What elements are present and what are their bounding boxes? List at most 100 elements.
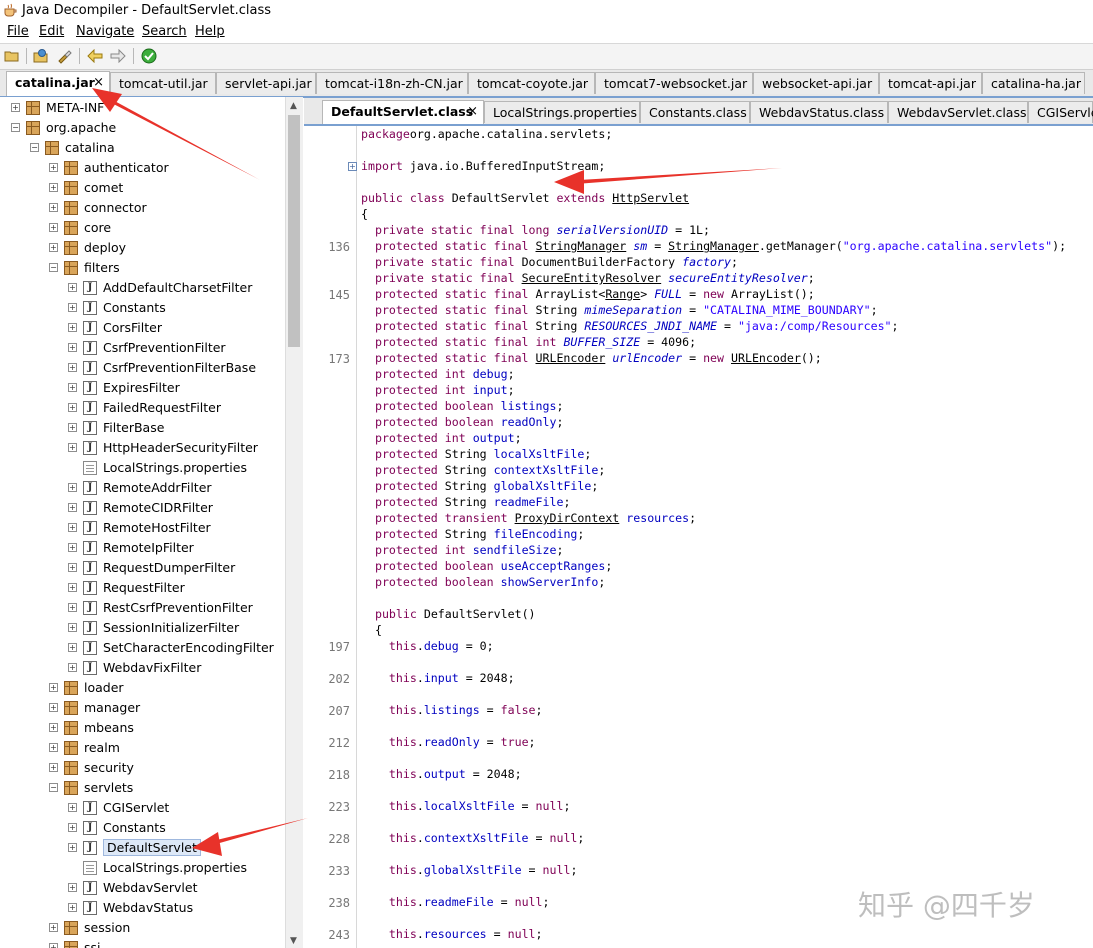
expand-icon[interactable]: +: [49, 683, 58, 692]
tree-item[interactable]: + J WebdavStatus: [0, 898, 285, 918]
expand-icon[interactable]: +: [68, 823, 77, 832]
expand-icon[interactable]: +: [68, 303, 77, 312]
expand-icon[interactable]: +: [68, 563, 77, 572]
tree-item[interactable]: + realm: [0, 738, 285, 758]
tree-item[interactable]: + J CorsFilter: [0, 318, 285, 338]
expand-icon[interactable]: +: [68, 283, 77, 292]
expand-icon[interactable]: +: [11, 103, 20, 112]
tab-catalina-ha-jar[interactable]: catalina-ha.jar: [982, 72, 1085, 94]
tree-item[interactable]: + J Constants: [0, 818, 285, 838]
tree-item[interactable]: + J FilterBase: [0, 418, 285, 438]
search-button[interactable]: [55, 47, 73, 65]
expand-icon[interactable]: +: [68, 443, 77, 452]
tab-localstrings-properties[interactable]: LocalStrings.properties: [484, 101, 640, 123]
tree-item[interactable]: + J WebdavFixFilter: [0, 658, 285, 678]
tree-item[interactable]: + J AddDefaultCharsetFilter: [0, 278, 285, 298]
tab-webdavservlet-class[interactable]: WebdavServlet.class: [888, 101, 1028, 123]
expand-icon[interactable]: +: [68, 423, 77, 432]
source-code-view[interactable]: packageorg.apache.catalina.servlets; impo…: [357, 126, 1093, 948]
tree-item[interactable]: + connector: [0, 198, 285, 218]
tab-constants-class[interactable]: Constants.class: [640, 101, 750, 123]
expand-icon[interactable]: +: [49, 943, 58, 948]
expand-icon[interactable]: +: [49, 723, 58, 732]
expand-icon[interactable]: +: [49, 223, 58, 232]
expand-icon[interactable]: +: [49, 763, 58, 772]
expand-icon[interactable]: +: [49, 243, 58, 252]
expand-icon[interactable]: +: [49, 923, 58, 932]
expand-icon[interactable]: +: [68, 383, 77, 392]
tree-item[interactable]: + manager: [0, 698, 285, 718]
scrollbar-thumb[interactable]: [288, 115, 300, 347]
expand-icon[interactable]: +: [68, 903, 77, 912]
tree-item[interactable]: + J CsrfPreventionFilterBase: [0, 358, 285, 378]
expand-icon[interactable]: +: [68, 363, 77, 372]
expand-icon[interactable]: +: [68, 583, 77, 592]
expand-icon[interactable]: +: [68, 883, 77, 892]
tree-item[interactable]: + J CsrfPreventionFilter: [0, 338, 285, 358]
fold-expand-icon[interactable]: +: [348, 162, 357, 171]
tree-item[interactable]: + comet: [0, 178, 285, 198]
collapse-icon[interactable]: −: [49, 783, 58, 792]
menu-edit[interactable]: Edit: [39, 24, 64, 39]
collapse-icon[interactable]: −: [30, 143, 39, 152]
close-icon[interactable]: ×: [93, 72, 104, 93]
expand-icon[interactable]: +: [68, 323, 77, 332]
tab-cgiservlet[interactable]: CGIServlet: [1028, 101, 1093, 123]
about-button[interactable]: [140, 47, 158, 65]
tree-item[interactable]: + J RemoteCIDRFilter: [0, 498, 285, 518]
tree-item[interactable]: + authenticator: [0, 158, 285, 178]
open-file-button[interactable]: [3, 47, 21, 65]
expand-icon[interactable]: +: [68, 843, 77, 852]
tab-tomcat-coyote-jar[interactable]: tomcat-coyote.jar: [468, 72, 595, 94]
tree-item[interactable]: + J RemoteHostFilter: [0, 518, 285, 538]
tree-item[interactable]: + loader: [0, 678, 285, 698]
back-button[interactable]: [86, 47, 104, 65]
tree-item[interactable]: + J CGIServlet: [0, 798, 285, 818]
tree-item[interactable]: + J Constants: [0, 298, 285, 318]
menu-help[interactable]: Help: [195, 24, 225, 39]
tree-item[interactable]: + J WebdavServlet: [0, 878, 285, 898]
tab-websocket-api-jar[interactable]: websocket-api.jar: [753, 72, 879, 94]
expand-icon[interactable]: +: [68, 543, 77, 552]
close-icon[interactable]: ×: [467, 101, 478, 122]
tree-item[interactable]: + J RequestDumperFilter: [0, 558, 285, 578]
tab-tomcat-api-jar[interactable]: tomcat-api.jar: [879, 72, 982, 94]
tree-item[interactable]: − servlets: [0, 778, 285, 798]
tree-item[interactable]: + session: [0, 918, 285, 938]
tree-item[interactable]: LocalStrings.properties: [0, 858, 285, 878]
tree-item[interactable]: − catalina: [0, 138, 285, 158]
expand-icon[interactable]: +: [68, 603, 77, 612]
tree-item[interactable]: + J FailedRequestFilter: [0, 398, 285, 418]
tree-item[interactable]: + J SetCharacterEncodingFilter: [0, 638, 285, 658]
expand-icon[interactable]: +: [49, 743, 58, 752]
tab-webdavstatus-class[interactable]: WebdavStatus.class: [750, 101, 888, 123]
tab-defaultservlet-class[interactable]: DefaultServlet.class ×: [322, 100, 484, 124]
tree-item[interactable]: + deploy: [0, 238, 285, 258]
tab-tomcat-util-jar[interactable]: tomcat-util.jar: [110, 72, 216, 94]
tree-item[interactable]: − filters: [0, 258, 285, 278]
collapse-icon[interactable]: −: [49, 263, 58, 272]
scroll-down-icon[interactable]: ▼: [290, 936, 297, 946]
tree-item[interactable]: + J DefaultServlet: [0, 838, 285, 858]
open-type-button[interactable]: [32, 47, 50, 65]
tree-item[interactable]: + J HttpHeaderSecurityFilter: [0, 438, 285, 458]
expand-icon[interactable]: +: [68, 483, 77, 492]
tab-tomcat7-websocket-jar[interactable]: tomcat7-websocket.jar: [595, 72, 753, 94]
tree-item[interactable]: + J RemoteIpFilter: [0, 538, 285, 558]
expand-icon[interactable]: +: [68, 803, 77, 812]
tree-item[interactable]: + ssi: [0, 938, 285, 948]
menu-navigate[interactable]: Navigate: [76, 24, 134, 39]
expand-icon[interactable]: +: [68, 403, 77, 412]
menu-search[interactable]: Search: [142, 24, 187, 39]
tree-item[interactable]: − org.apache: [0, 118, 285, 138]
tree-item[interactable]: LocalStrings.properties: [0, 458, 285, 478]
tree-scrollbar[interactable]: ▲ ▼: [285, 97, 303, 948]
tree-item[interactable]: + J SessionInitializerFilter: [0, 618, 285, 638]
menu-file[interactable]: File: [7, 24, 29, 39]
expand-icon[interactable]: +: [68, 663, 77, 672]
collapse-icon[interactable]: −: [11, 123, 20, 132]
expand-icon[interactable]: +: [49, 163, 58, 172]
expand-icon[interactable]: +: [49, 203, 58, 212]
tree-item[interactable]: + J RemoteAddrFilter: [0, 478, 285, 498]
expand-icon[interactable]: +: [68, 343, 77, 352]
